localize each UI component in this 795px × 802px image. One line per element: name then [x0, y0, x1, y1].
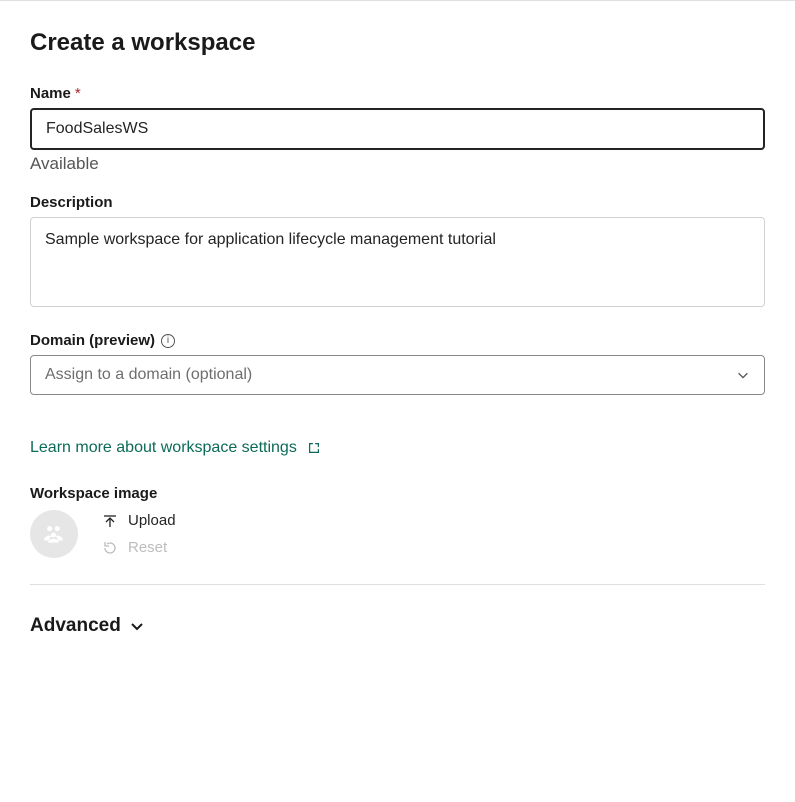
people-icon — [41, 521, 67, 547]
advanced-label: Advanced — [30, 615, 121, 637]
name-field: Name * Available — [30, 85, 765, 174]
description-label: Description — [30, 194, 765, 211]
advanced-toggle[interactable]: Advanced — [30, 611, 765, 641]
workspace-image-section: Workspace image Upload — [30, 485, 765, 558]
learn-more-link[interactable]: Learn more about workspace settings — [30, 439, 321, 457]
name-status: Available — [30, 154, 765, 174]
name-label: Name — [30, 85, 71, 102]
domain-label-row: Domain (preview) i — [30, 332, 765, 349]
upload-button[interactable]: Upload — [102, 512, 176, 529]
learn-more-text: Learn more about workspace settings — [30, 439, 297, 457]
info-icon[interactable]: i — [161, 334, 175, 348]
name-label-row: Name * — [30, 85, 765, 102]
reset-button: Reset — [102, 539, 176, 556]
reset-icon — [102, 540, 118, 556]
required-asterisk: * — [75, 85, 81, 102]
description-field: Description Sample workspace for applica… — [30, 194, 765, 312]
page-title: Create a workspace — [30, 29, 765, 57]
domain-placeholder: Assign to a domain (optional) — [45, 366, 252, 384]
description-input[interactable]: Sample workspace for application lifecyc… — [30, 217, 765, 307]
workspace-image-actions: Upload Reset — [102, 512, 176, 556]
workspace-image-label: Workspace image — [30, 485, 765, 502]
workspace-avatar — [30, 510, 78, 558]
upload-label: Upload — [128, 512, 176, 529]
chevron-down-icon — [129, 618, 145, 634]
domain-select[interactable]: Assign to a domain (optional) — [30, 355, 765, 395]
domain-label: Domain (preview) — [30, 332, 155, 349]
upload-icon — [102, 513, 118, 529]
chevron-down-icon — [736, 368, 750, 382]
reset-label: Reset — [128, 539, 167, 556]
domain-field: Domain (preview) i Assign to a domain (o… — [30, 332, 765, 395]
external-link-icon — [307, 441, 321, 455]
workspace-image-row: Upload Reset — [30, 510, 765, 558]
divider — [30, 584, 765, 585]
name-input[interactable] — [30, 108, 765, 150]
